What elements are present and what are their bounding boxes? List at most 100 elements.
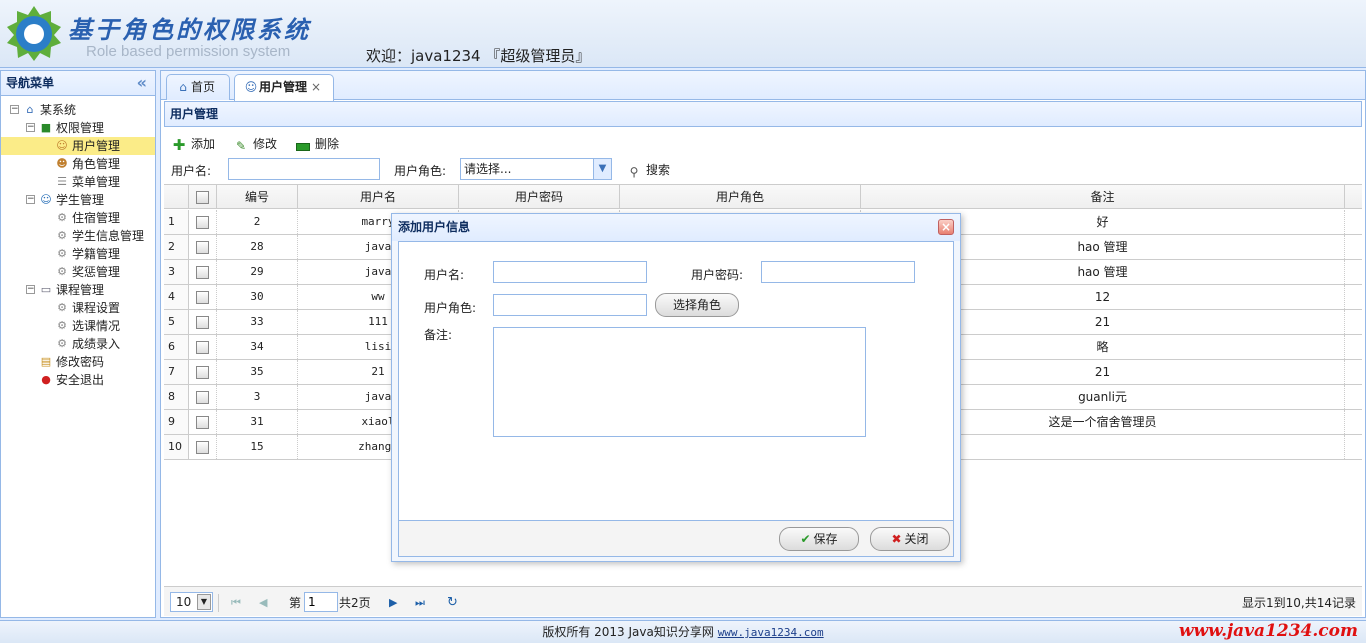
nav-tree-label: 住宿管理 <box>72 211 121 225</box>
prev-page-icon[interactable]: ◀ <box>259 594 267 612</box>
nav-tree-item[interactable]: ☰ 菜单管理 <box>1 173 155 191</box>
dialog-password-input[interactable] <box>761 261 915 283</box>
nav-tree-item[interactable]: ☻ 角色管理 <box>1 155 155 173</box>
nav-tree-item[interactable]: ⚙ 奖惩管理 <box>1 263 155 281</box>
select-role-button[interactable]: 选择角色 <box>655 293 739 317</box>
username-search-input[interactable] <box>228 158 380 180</box>
row-checkbox-cell[interactable] <box>189 435 217 459</box>
row-number: 3 <box>164 260 189 284</box>
nav-tree-label: 学籍管理 <box>72 247 121 261</box>
cell-id: 35 <box>217 360 298 384</box>
select-all-header[interactable] <box>189 185 217 209</box>
total-pages: 共2页 <box>339 596 371 610</box>
column-header-id[interactable]: 编号 <box>217 185 298 209</box>
row-checkbox[interactable] <box>196 265 209 279</box>
row-checkbox[interactable] <box>196 240 209 254</box>
nav-tree-label: 某系统 <box>40 103 77 117</box>
save-label: 保存 <box>813 532 838 546</box>
pager-summary: 显示1到10,共14记录 <box>1242 596 1356 610</box>
chevron-down-icon[interactable]: ▼ <box>197 594 211 610</box>
close-button[interactable]: ✖ 关闭 <box>870 527 950 551</box>
row-checkbox-cell[interactable] <box>189 285 217 309</box>
row-checkbox-cell[interactable] <box>189 235 217 259</box>
row-checkbox[interactable] <box>196 315 209 329</box>
gear-icon: ⚙ <box>57 247 67 260</box>
column-header-remark[interactable]: 备注 <box>861 185 1345 209</box>
logo-icon <box>7 6 61 61</box>
column-header-role[interactable]: 用户角色 <box>620 185 861 209</box>
row-checkbox-cell[interactable] <box>189 410 217 434</box>
column-header-password[interactable]: 用户密码 <box>459 185 620 209</box>
page-number-input[interactable] <box>304 592 338 612</box>
gear-icon: ⚙ <box>57 337 67 350</box>
dialog-username-input[interactable] <box>493 261 647 283</box>
select-all-checkbox[interactable] <box>196 191 209 204</box>
dialog-role-input[interactable] <box>493 294 647 316</box>
username-label: 用户名: <box>171 164 212 178</box>
row-checkbox[interactable] <box>196 365 209 379</box>
search-button[interactable]: ⚲ 搜索 <box>626 159 670 181</box>
add-button[interactable]: ✚ 添加 <box>171 133 215 155</box>
row-checkbox-cell[interactable] <box>189 385 217 409</box>
row-checkbox[interactable] <box>196 215 209 229</box>
tree-toggle-icon[interactable]: − <box>26 123 35 132</box>
user-icon: ☺ <box>244 80 258 94</box>
row-checkbox[interactable] <box>196 290 209 304</box>
edit-button[interactable]: ✎ 修改 <box>233 133 277 155</box>
dialog-role-label: 用户角色: <box>424 301 477 315</box>
row-checkbox[interactable] <box>196 440 209 454</box>
row-checkbox-cell[interactable] <box>189 310 217 334</box>
nav-tree-item[interactable]: ⚙ 课程设置 <box>1 299 155 317</box>
role-label: 用户角色: <box>394 164 447 178</box>
row-number: 7 <box>164 360 189 384</box>
last-page-icon[interactable]: ⏭ <box>415 594 425 612</box>
column-header-username[interactable]: 用户名 <box>298 185 459 209</box>
page-size-select[interactable]: 10 ▼ <box>170 592 213 612</box>
next-page-icon[interactable]: ▶ <box>389 594 397 612</box>
exit-icon: ● <box>41 373 51 386</box>
row-checkbox-cell[interactable] <box>189 260 217 284</box>
nav-tree-label: 学生信息管理 <box>72 229 145 243</box>
nav-tree-item[interactable]: − ▭ 课程管理 <box>1 281 155 299</box>
edit-label: 修改 <box>253 137 278 151</box>
role-select[interactable]: 请选择... ▼ <box>460 158 612 180</box>
close-icon[interactable]: × <box>311 80 321 94</box>
tab-home[interactable]: ⌂ 首页 <box>166 74 230 100</box>
dialog-remark-textarea[interactable] <box>493 327 866 437</box>
tab-label: 首页 <box>191 80 216 94</box>
tab-user-management[interactable]: ☺ 用户管理 × <box>234 74 334 101</box>
refresh-icon[interactable]: ↻ <box>447 594 458 612</box>
row-checkbox[interactable] <box>196 415 209 429</box>
search-bar: 用户名: 用户角色: 请选择... ▼ ⚲ 搜索 <box>171 158 871 182</box>
nav-tree-item[interactable]: ⚙ 学生信息管理 <box>1 227 155 245</box>
nav-tree-item[interactable]: ⚙ 成绩录入 <box>1 335 155 353</box>
tree-toggle-icon[interactable]: − <box>26 285 35 294</box>
nav-tree-item[interactable]: ⚙ 选课情况 <box>1 317 155 335</box>
delete-button[interactable]: 删除 <box>295 133 339 155</box>
dialog-password-label: 用户密码: <box>691 268 744 282</box>
row-checkbox-cell[interactable] <box>189 210 217 234</box>
nav-tree-item[interactable]: ● 安全退出 <box>1 371 155 389</box>
close-icon[interactable]: × <box>938 219 954 235</box>
nav-tree-item[interactable]: ▤ 修改密码 <box>1 353 155 371</box>
tree-toggle-icon[interactable]: − <box>26 195 35 204</box>
row-checkbox-cell[interactable] <box>189 335 217 359</box>
nav-tree-item[interactable]: − ☺ 学生管理 <box>1 191 155 209</box>
collapse-icon[interactable]: « <box>137 71 147 95</box>
row-checkbox[interactable] <box>196 390 209 404</box>
tree-toggle-icon[interactable]: − <box>10 105 19 114</box>
nav-tree-label: 菜单管理 <box>72 175 121 189</box>
dialog-title: 添加用户信息 <box>398 220 471 234</box>
cell-id: 30 <box>217 285 298 309</box>
nav-tree-item[interactable]: ⚙ 住宿管理 <box>1 209 155 227</box>
nav-tree-item[interactable]: ☺ 用户管理 <box>1 137 155 155</box>
nav-tree-item[interactable]: − ■ 权限管理 <box>1 119 155 137</box>
nav-tree-item[interactable]: ⚙ 学籍管理 <box>1 245 155 263</box>
nav-tree-item[interactable]: − ⌂ 某系统 <box>1 101 155 119</box>
chevron-down-icon[interactable]: ▼ <box>593 159 611 179</box>
row-checkbox[interactable] <box>196 340 209 354</box>
first-page-icon[interactable]: ⏮ <box>231 594 241 612</box>
row-checkbox-cell[interactable] <box>189 360 217 384</box>
save-button[interactable]: ✔ 保存 <box>779 527 859 551</box>
footer-link[interactable]: www.java1234.com <box>718 626 824 639</box>
